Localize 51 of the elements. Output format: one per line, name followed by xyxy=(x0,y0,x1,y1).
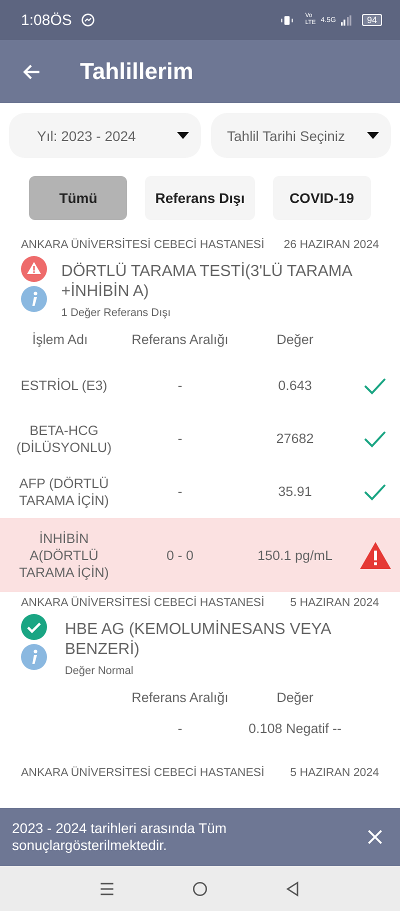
test-value: 0.643 xyxy=(277,378,313,393)
reference-range: 0 - 0 xyxy=(165,548,194,562)
test-value: 150.1 pg/mL xyxy=(256,548,334,562)
check-circle-icon xyxy=(21,614,47,640)
snackbar-message: 2023 - 2024 tarihleri arasında Tüm sonuçlargösterilmektedir. xyxy=(12,820,228,854)
warning-icon xyxy=(358,540,392,570)
result-summary: 1 Değer Referans Dışı xyxy=(61,307,172,319)
result-date: 5 HAZIRAN 2024 xyxy=(290,767,379,779)
vibrate-icon xyxy=(280,14,294,26)
check-icon xyxy=(364,430,386,448)
reference-range: - xyxy=(176,431,184,446)
result-date: 5 HAZIRAN 2024 xyxy=(290,597,379,609)
check-icon xyxy=(364,376,386,394)
close-icon[interactable] xyxy=(366,828,384,846)
column-header: Değer xyxy=(276,332,314,346)
filter-chip[interactable]: Tümü xyxy=(29,176,128,220)
hospital-name: ANKARA ÜNİVERSİTESİ CEBECİ HASTANESİ xyxy=(21,597,264,609)
filter-dropdown[interactable]: Tahlil Tarihi Seçiniz xyxy=(211,113,391,158)
battery-level: 94 xyxy=(362,14,382,26)
column-header: Değer xyxy=(276,690,314,704)
clock-time: 1:08ÖS xyxy=(21,12,72,28)
column-header: İşlem Adı xyxy=(31,332,89,346)
home-icon[interactable] xyxy=(190,880,209,898)
column-header: Referans Aralığı xyxy=(130,332,230,346)
reference-range: - xyxy=(176,484,184,499)
test-name: ESTRİOL (E3) xyxy=(20,377,108,394)
check-icon xyxy=(364,482,386,500)
test-title: DÖRTLÜ TARAMA TESTİ(3'LÜ TARAMA +İNHİBİN A) xyxy=(61,261,354,302)
test-value: 0.108 Negatif -- xyxy=(247,721,343,736)
test-value: 27682 xyxy=(275,431,315,446)
messenger-icon xyxy=(80,13,95,27)
reference-range: - xyxy=(176,721,184,736)
test-name: İNHİBİN A(DÖRTLÜ TARAMA İÇİN) xyxy=(18,530,110,580)
caret-icon xyxy=(177,132,189,140)
caret-icon xyxy=(367,132,379,140)
filter-chip[interactable]: Referans Dışı xyxy=(145,176,255,220)
signal-icon xyxy=(340,14,353,26)
reference-range: - xyxy=(176,378,184,393)
filter-chip[interactable]: COVID-19 xyxy=(272,176,371,220)
filter-dropdown[interactable]: Yıl: 2023 - 2024 xyxy=(9,113,201,158)
column-header: Referans Aralığı xyxy=(130,690,230,704)
test-name: BETA-HCG (DİLÜSYONLU) xyxy=(15,422,113,456)
result-date: 26 HAZIRAN 2024 xyxy=(284,239,379,251)
hospital-name: ANKARA ÜNİVERSİTESİ CEBECİ HASTANESİ xyxy=(21,767,264,779)
test-value: 35.91 xyxy=(277,484,313,499)
hospital-name: ANKARA ÜNİVERSİTESİ CEBECİ HASTANESİ xyxy=(21,239,264,251)
test-name: AFP (DÖRTLÜ TARAMA İÇİN) xyxy=(18,474,110,508)
test-title: HBE AG (KEMOLUMİNESANS VEYA BENZERİ) xyxy=(64,619,332,660)
result-summary: Değer Normal xyxy=(64,665,134,677)
screen-title: Tahlillerim xyxy=(80,58,194,85)
warning-icon xyxy=(21,256,47,282)
